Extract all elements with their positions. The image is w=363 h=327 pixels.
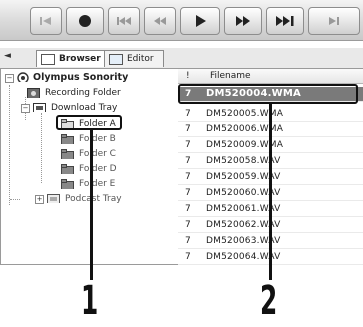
callout-box-selected-file [178,84,358,104]
row-flag: 7 [185,140,191,150]
tree-item-label: Download Tray [51,103,118,113]
tab-editor-label: Editor [127,54,154,64]
tree-item-recording-folder[interactable]: Recording Folder [21,87,171,99]
row-flag: 7 [185,188,191,198]
stop-button[interactable] [66,7,104,35]
row-flag: 7 [185,124,191,134]
tab-browser-label: Browser [59,54,101,64]
callout-line-2 [269,104,272,280]
editor-icon [109,54,123,65]
callout-number-1: 1 [81,278,99,324]
tree-item-label: Folder D [79,164,117,174]
collapse-icon[interactable]: − [5,74,14,83]
row-flag: 7 [185,204,191,214]
collapse-icon[interactable]: − [21,104,30,113]
rewind-icon [154,17,166,25]
sonority-globe-icon [17,72,29,82]
tree-item-olympus-sonority[interactable]: − Olympus Sonority [5,72,175,84]
tab-editor[interactable]: Editor [104,50,164,67]
expand-icon[interactable]: + [35,195,44,204]
tree-item-label: Folder E [79,179,116,189]
tree-item-label: Folder B [79,134,116,144]
fast-forward-icon [236,16,250,26]
file-list-header: ! Filename [178,69,363,84]
rewind-to-index-icon [117,17,131,25]
forward-to-index-icon [276,16,294,26]
panel-tabs: ◄ Browser Editor [0,48,363,68]
callout-box-folder-a [56,115,122,130]
row-flag: 7 [185,156,191,166]
play-icon [196,15,206,27]
rewind-button[interactable] [144,7,176,35]
folder-icon [61,179,74,189]
folder-icon [61,164,74,174]
skip-to-end-icon [329,17,339,25]
recording-folder-icon [27,88,40,98]
tree-item-podcast-tray[interactable]: + Podcast Tray [5,193,155,205]
tree-item-label: Folder C [79,149,116,159]
row-flag: 7 [185,236,191,246]
callout-line-1 [90,130,93,280]
skip-to-start-icon [40,17,51,25]
tab-browser[interactable]: Browser [36,50,106,67]
tab-scroll-left-icon[interactable]: ◄ [4,51,14,63]
folder-icon [61,134,74,144]
tree-item-label: Podcast Tray [65,194,122,204]
tree-guide-line [41,113,42,183]
folder-icon [61,149,74,159]
transport-toolbar [0,0,363,41]
row-flag: 7 [185,252,191,262]
callout-number-2: 2 [260,278,278,324]
column-header-filename[interactable]: Filename [210,71,251,81]
play-button[interactable] [180,7,220,35]
row-flag: 7 [185,172,191,182]
row-flag: 7 [185,220,191,230]
skip-to-end-button[interactable] [308,7,360,35]
fast-forward-button[interactable] [224,7,262,35]
browser-icon [41,54,55,65]
stop-icon [79,15,91,27]
tree-item-label: Olympus Sonority [33,72,129,83]
tree-item-download-tray[interactable]: − Download Tray [5,102,155,114]
tree-item-label: Recording Folder [45,88,121,98]
forward-to-index-button[interactable] [266,7,304,35]
rewind-to-index-button[interactable] [108,7,140,35]
download-tray-icon [33,103,46,112]
skip-to-start-button[interactable] [30,7,62,35]
column-header-flag[interactable]: ! [186,71,190,81]
podcast-tray-icon [47,194,60,203]
row-flag: 7 [185,109,191,119]
